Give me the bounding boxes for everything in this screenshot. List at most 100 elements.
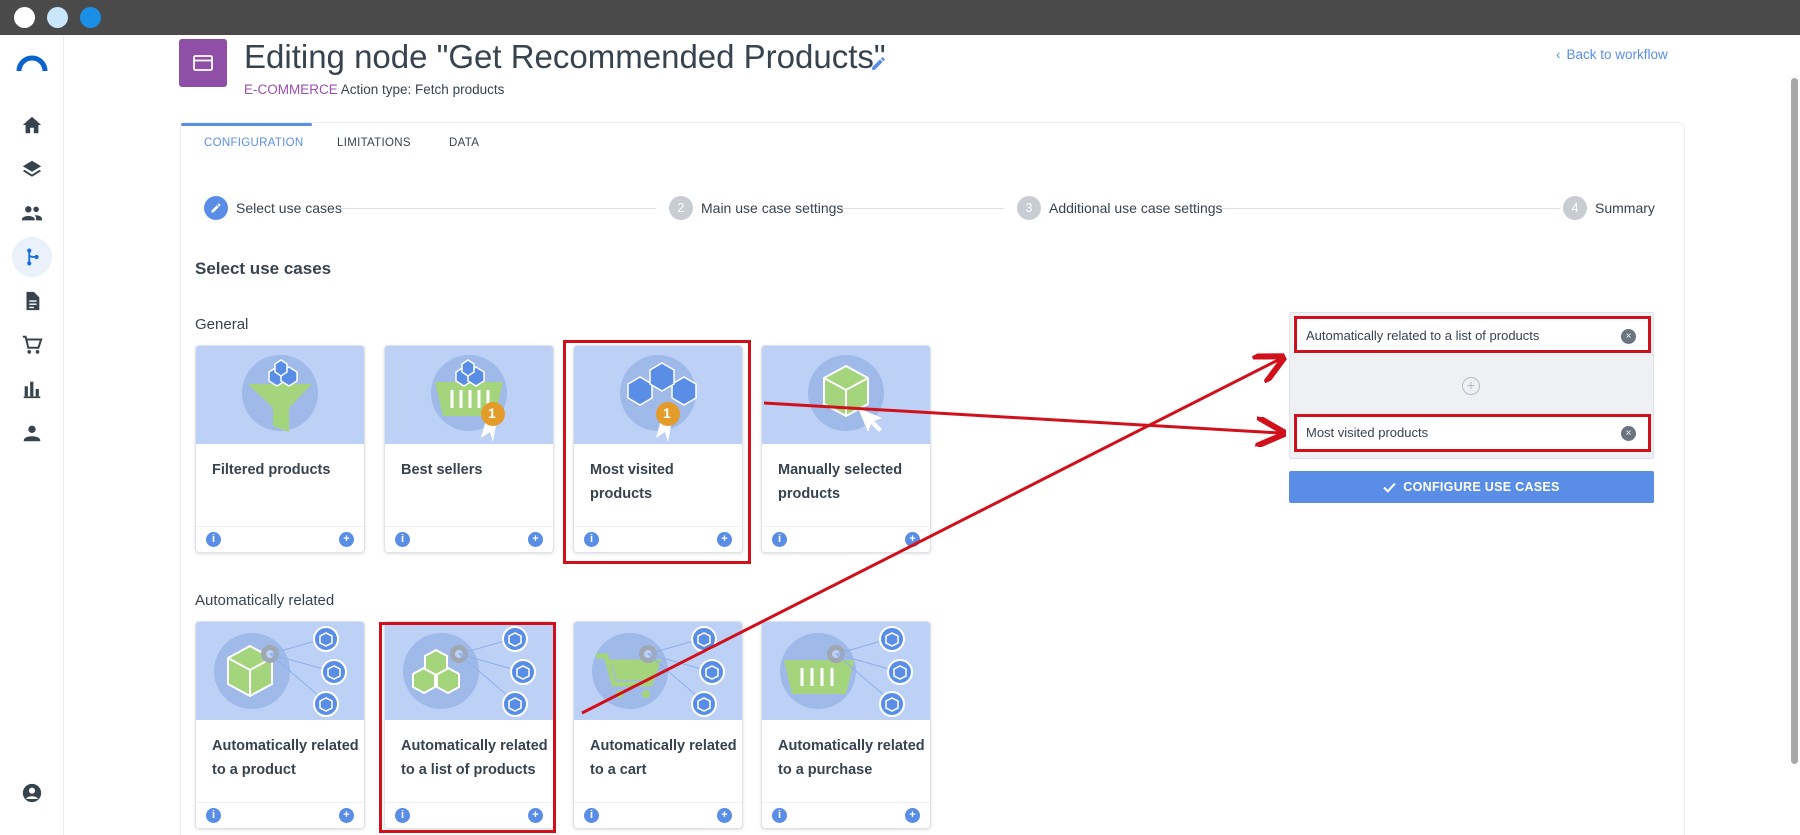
window-minimize-button[interactable] [47,7,68,28]
card-title: Automatically related to a product [212,738,359,778]
page-scrollbar[interactable] [1791,78,1798,764]
info-icon[interactable]: i [206,808,221,823]
back-to-workflow-link[interactable]: ‹ Back to workflow [1556,47,1668,62]
group-title-automatically-related: Automatically related [195,592,335,609]
step-connector [1222,208,1560,209]
card-footer: i + [385,802,553,828]
card-title: Manually selected products [778,462,903,502]
selected-usecase-label: Automatically related to a list of produ… [1306,328,1540,343]
usecase-card-related-purchase[interactable]: Automatically related to a purchase i + [761,621,931,829]
funnel-illustration-icon [196,346,364,444]
node-type-icon [179,39,227,87]
card-title: Automatically related to a list of produ… [401,738,548,778]
remove-icon[interactable]: × [1621,329,1636,344]
award-badge-number: 1 [663,405,671,421]
usecase-card-most-visited[interactable]: 1 Most visited products i + [573,345,743,553]
usecase-card-filtered-products[interactable]: Filtered products i + [195,345,365,553]
pencil-icon[interactable] [870,55,887,77]
card-title: Most visited products [590,462,674,502]
step-3-label[interactable]: Additional use case settings [1049,200,1223,216]
info-icon[interactable]: i [206,532,221,547]
usecase-card-related-product[interactable]: Automatically related to a product i + [195,621,365,829]
add-icon[interactable]: + [339,532,354,547]
card-title: Automatically related to a purchase [778,738,925,778]
selected-usecase-label: Most visited products [1306,425,1429,440]
user-icon[interactable] [12,413,52,453]
home-icon[interactable] [12,105,52,145]
usecase-card-related-list[interactable]: Automatically related to a list of produ… [384,621,554,829]
analytics-icon[interactable] [12,369,52,409]
basket-gear-illustration-icon [762,622,930,720]
tab-limitations[interactable]: LIMITATIONS [337,137,411,149]
step-4-label[interactable]: Summary [1595,200,1655,216]
info-icon[interactable]: i [395,808,410,823]
cube-cursor-illustration-icon [762,346,930,444]
award-badge-number: 1 [488,405,496,421]
step-connector [842,208,1004,209]
add-icon[interactable]: + [717,808,732,823]
window-maximize-button[interactable] [80,7,101,28]
check-icon [1383,482,1397,493]
add-icon[interactable]: + [339,808,354,823]
step-3-number[interactable]: 3 [1017,196,1041,220]
step-1-label[interactable]: Select use cases [236,200,342,216]
page-title: Editing node "Get Recommended Products" [244,38,886,75]
selected-usecase-item[interactable]: Most visited products × [1293,415,1650,451]
step-4-number[interactable]: 4 [1563,196,1587,220]
app-sidebar [0,35,64,835]
active-tab-indicator [181,123,312,126]
window-close-button[interactable] [14,7,35,28]
step-connector [338,208,656,209]
add-icon[interactable]: + [528,532,543,547]
card-footer: i + [762,802,930,828]
card-footer: i + [385,526,553,552]
usecase-card-best-sellers[interactable]: 1 Best sellers i + [384,345,554,553]
cart-icon[interactable] [12,325,52,365]
section-title: Select use cases [195,259,332,278]
cubes-gear-illustration-icon [385,622,553,720]
tab-data[interactable]: DATA [449,137,479,149]
card-footer: i + [196,802,364,828]
card-footer: i + [574,802,742,828]
usecase-card-related-cart[interactable]: Automatically related to a cart i + [573,621,743,829]
node-subtitle: E-COMMERCE Action type: Fetch products [244,82,504,97]
card-footer: i + [574,526,742,552]
step-2-number[interactable]: 2 [669,196,693,220]
info-icon[interactable]: i [395,532,410,547]
document-icon[interactable] [12,281,52,321]
group-title-general: General [195,316,249,333]
add-icon[interactable]: + [528,808,543,823]
add-icon[interactable]: + [905,808,920,823]
card-footer: i + [762,526,930,552]
account-icon[interactable] [12,773,52,813]
back-link-label: Back to workflow [1566,47,1668,62]
info-icon[interactable]: i [772,808,787,823]
cube-gear-illustration-icon [196,622,364,720]
configure-button-label: CONFIGURE USE CASES [1403,480,1560,494]
step-2-label[interactable]: Main use case settings [701,200,843,216]
basket-award-illustration-icon: 1 [385,346,553,444]
card-title: Automatically related to a cart [590,738,737,778]
chevron-left-icon: ‹ [1556,47,1561,62]
info-icon[interactable]: i [584,808,599,823]
info-icon[interactable]: i [584,532,599,547]
add-slot-icon[interactable]: + [1462,377,1480,395]
usecase-card-manually-selected[interactable]: Manually selected products i + [761,345,931,553]
window-titlebar [0,0,1800,35]
cubes-award-illustration-icon: 1 [574,346,742,444]
remove-icon[interactable]: × [1621,426,1636,441]
node-action-type: Action type: Fetch products [340,82,505,97]
node-category: E-COMMERCE [244,82,338,97]
card-title: Filtered products [212,462,331,478]
workflow-icon[interactable] [12,237,52,277]
people-icon[interactable] [12,193,52,233]
add-icon[interactable]: + [905,532,920,547]
tab-configuration[interactable]: CONFIGURATION [204,137,304,149]
configure-usecases-button[interactable]: CONFIGURE USE CASES [1289,471,1654,503]
layers-icon[interactable] [12,149,52,189]
info-icon[interactable]: i [772,532,787,547]
app-logo [16,53,48,78]
selected-usecase-item[interactable]: Automatically related to a list of produ… [1293,318,1650,354]
add-icon[interactable]: + [717,532,732,547]
step-1-pencil-icon[interactable] [204,196,228,220]
